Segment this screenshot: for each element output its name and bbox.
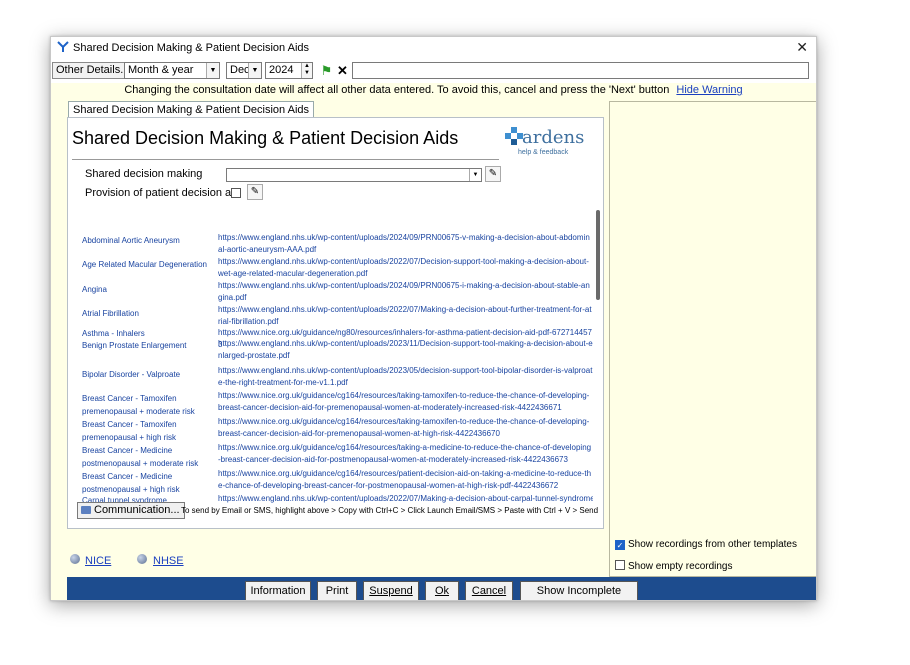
spinner-arrows-icon[interactable]: ▲ ▼ <box>301 63 312 78</box>
other-details-button[interactable]: Other Details... <box>52 62 134 79</box>
aid-url-link[interactable]: https://www.nice.org.uk/guidance/cg164/r… <box>218 416 593 440</box>
nhse-link[interactable]: NHSE <box>153 555 184 567</box>
sdm-combo[interactable]: ▼ <box>226 168 482 182</box>
toolbar: Other Details... Month & year ▼ Dec ▼ 20… <box>51 61 816 81</box>
message-icon <box>81 506 91 515</box>
warning-text: Changing the consultation date will affe… <box>124 84 670 96</box>
period-select[interactable]: Month & year ▼ <box>124 62 220 79</box>
bottom-button-bar: Information Print Suspend Ok Cancel Show… <box>67 577 816 600</box>
pencil-icon[interactable]: ✎ <box>247 184 263 200</box>
checkbox[interactable] <box>615 560 625 570</box>
aid-checkbox[interactable] <box>231 188 241 198</box>
date-text-input[interactable] <box>352 62 809 79</box>
aid-name: Breast Cancer - Tamoxifen premenopausal … <box>82 394 195 416</box>
close-icon[interactable]: ✕ <box>796 39 808 56</box>
list-scrollbar[interactable] <box>596 210 600 300</box>
page-title: Shared Decision Making & Patient Decisio… <box>72 128 459 148</box>
show-other-templates-toggle[interactable]: ✓ Show recordings from other templates <box>615 539 797 550</box>
ardens-logo[interactable]: ardens help & feedback <box>504 126 584 164</box>
chevron-down-icon: ▼ <box>248 63 261 78</box>
print-button[interactable]: Print <box>317 581 357 600</box>
confirm-flag-icon[interactable]: ⚑ <box>319 63 334 78</box>
aid-url-link[interactable]: https://www.nice.org.uk/guidance/cg164/r… <box>218 442 593 466</box>
window-title: Shared Decision Making & Patient Decisio… <box>73 42 310 54</box>
pencil-icon[interactable]: ✎ <box>485 166 501 182</box>
show-empty-recordings-toggle[interactable]: Show empty recordings <box>615 560 733 572</box>
aid-url-link[interactable]: https://www.england.nhs.uk/wp-content/up… <box>218 280 593 304</box>
aid-name: Angina <box>82 285 107 294</box>
checkbox-checked[interactable]: ✓ <box>615 540 625 550</box>
aid-url-link[interactable]: https://www.nice.org.uk/guidance/cg164/r… <box>218 390 593 414</box>
template-panel: Shared Decision Making & Patient Decisio… <box>67 117 604 529</box>
clear-x-icon[interactable]: ✕ <box>335 63 350 78</box>
date-warning: Changing the consultation date will affe… <box>51 84 816 96</box>
sdm-label: Shared decision making <box>85 168 203 180</box>
tab-shared-decision-making[interactable]: Shared Decision Making & Patient Decisio… <box>68 101 315 118</box>
help-feedback-link[interactable]: help & feedback <box>518 149 568 156</box>
aid-url-link[interactable]: https://www.england.nhs.uk/wp-content/up… <box>218 256 593 280</box>
title-bar: Shared Decision Making & Patient Decisio… <box>51 37 816 59</box>
aid-url-link[interactable]: https://www.england.nhs.uk/wp-content/up… <box>218 232 593 256</box>
cancel-button[interactable]: Cancel <box>465 581 513 600</box>
divider <box>72 159 499 160</box>
aid-name: Abdominal Aortic Aneurysm <box>82 236 180 245</box>
globe-icon <box>70 554 80 564</box>
communication-label: Communication... <box>94 504 180 516</box>
nice-link[interactable]: NICE <box>85 555 111 567</box>
chevron-down-icon: ▼ <box>469 169 481 181</box>
month-select[interactable]: Dec ▼ <box>226 62 262 79</box>
year-spinner[interactable]: 2024 ▲ ▼ <box>265 62 313 79</box>
emis-logo-icon <box>57 41 69 52</box>
month-value: Dec <box>230 64 250 76</box>
information-button[interactable]: Information <box>245 581 311 600</box>
aid-label: Provision of patient decision aid <box>85 187 240 199</box>
dialog-window: Shared Decision Making & Patient Decisio… <box>50 36 817 601</box>
show-empty-label: Show empty recordings <box>628 561 733 572</box>
communication-note: To send by Email or SMS, highlight above… <box>181 506 599 515</box>
communication-button[interactable]: Communication... <box>77 502 185 519</box>
year-value: 2024 <box>269 64 294 76</box>
hide-warning-link[interactable]: Hide Warning <box>676 84 742 96</box>
show-other-label: Show recordings from other templates <box>628 539 797 550</box>
aid-url-link[interactable]: https://www.england.nhs.uk/wp-content/up… <box>218 304 593 328</box>
show-incomplete-button[interactable]: Show Incomplete Fields <box>520 581 638 600</box>
chevron-down-icon: ▼ <box>206 63 219 78</box>
aid-url-link[interactable]: https://www.england.nhs.uk/wp-content/up… <box>218 338 593 362</box>
aid-name: Breast Cancer - Medicine postmenopausal … <box>82 446 199 468</box>
aid-name: Bipolar Disorder - Valproate <box>82 370 181 379</box>
ardens-wordmark: ardens <box>522 127 585 148</box>
aid-name: Atrial Fibrillation <box>82 309 139 318</box>
aid-url-link[interactable]: https://www.england.nhs.uk/wp-content/up… <box>218 365 593 389</box>
ardens-cross-icon <box>505 127 523 145</box>
aid-name: Benign Prostate Enlargement <box>82 341 187 350</box>
aid-url-link[interactable]: https://www.nice.org.uk/guidance/cg164/r… <box>218 468 593 492</box>
recordings-panel <box>609 101 816 577</box>
aid-url-link[interactable]: https://www.england.nhs.uk/wp-content/up… <box>218 493 593 505</box>
globe-icon <box>137 554 147 564</box>
aid-name: Breast Cancer - Tamoxifen premenopausal … <box>82 420 177 442</box>
period-value: Month & year <box>128 64 194 76</box>
suspend-button[interactable]: Suspend <box>363 581 419 600</box>
aid-name: Age Related Macular Degeneration <box>82 260 207 269</box>
ok-button[interactable]: Ok <box>425 581 459 600</box>
aid-name: Breast Cancer - Medicine postmenopausal … <box>82 472 180 494</box>
